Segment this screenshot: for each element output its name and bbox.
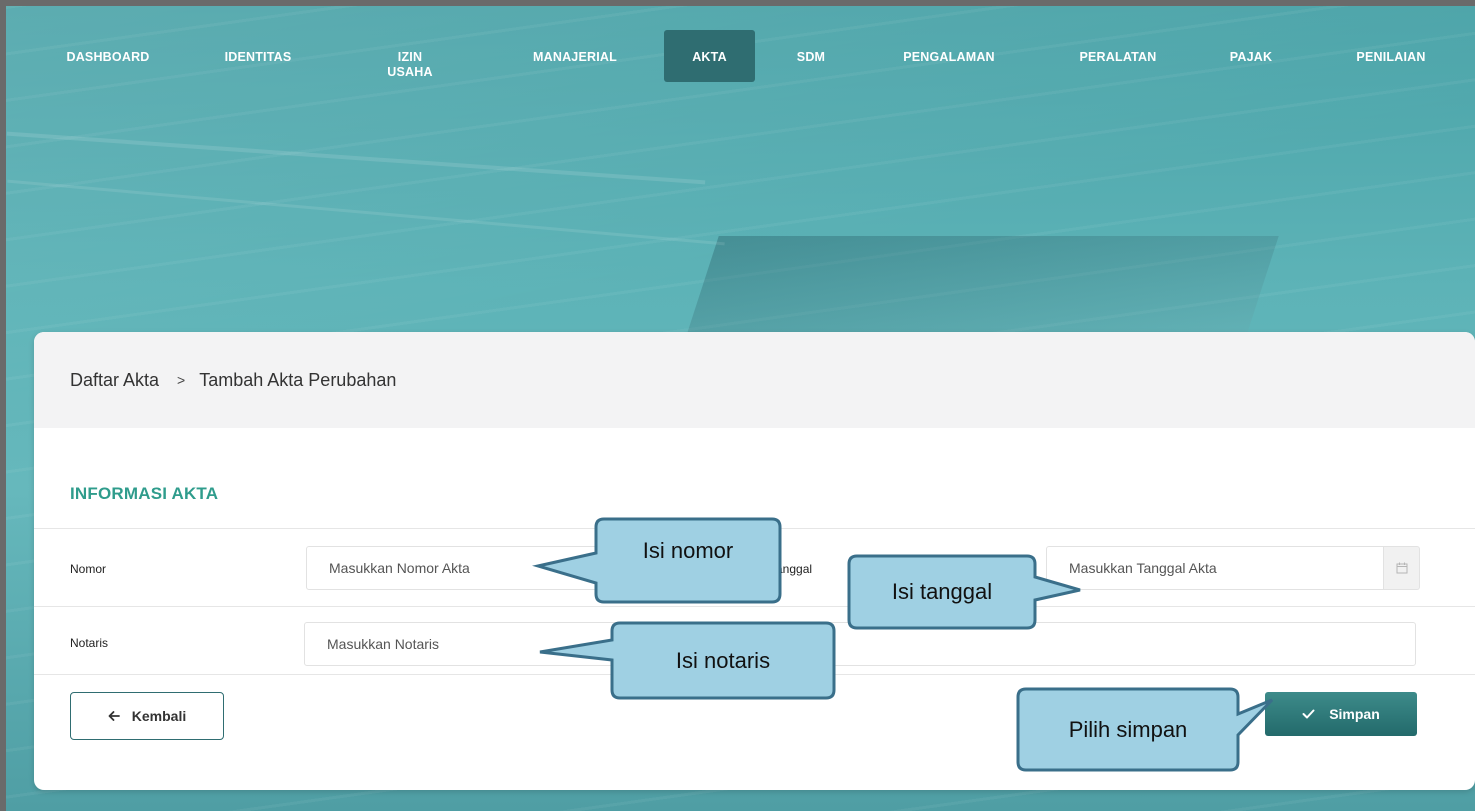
- save-button[interactable]: Simpan: [1265, 692, 1417, 736]
- nav-item-izin-usaha[interactable]: IZIN USAHA: [378, 30, 442, 82]
- notaris-input[interactable]: [304, 622, 1416, 666]
- nav-item-akta[interactable]: AKTA: [664, 30, 755, 82]
- check-icon: [1302, 709, 1315, 719]
- nav-item-dashboard[interactable]: DASHBOARD: [52, 30, 164, 82]
- nav-item-identitas[interactable]: IDENTITAS: [210, 30, 306, 82]
- back-button-label: Kembali: [131, 708, 187, 724]
- main-nav: DASHBOARD IDENTITAS IZIN USAHA MANAJERIA…: [6, 30, 1475, 90]
- nav-item-pajak[interactable]: PAJAK: [1216, 30, 1286, 82]
- nav-item-peralatan[interactable]: PERALATAN: [1064, 30, 1172, 82]
- nav-item-pengalaman[interactable]: PENGALAMAN: [882, 30, 1016, 82]
- divider: [34, 606, 1475, 607]
- save-button-label: Simpan: [1329, 706, 1380, 722]
- breadcrumb-parent[interactable]: Daftar Akta: [70, 370, 159, 391]
- calendar-icon: [1396, 562, 1407, 574]
- nomor-input[interactable]: [306, 546, 666, 590]
- background-line: [6, 131, 706, 185]
- divider: [34, 528, 1475, 529]
- app-window: DASHBOARD IDENTITAS IZIN USAHA MANAJERIA…: [6, 6, 1475, 811]
- nav-item-penilaian[interactable]: PENILAIAN: [1336, 30, 1446, 82]
- form-card: Daftar Akta > Tambah Akta Perubahan INFO…: [34, 332, 1475, 790]
- section-title: INFORMASI AKTA: [70, 484, 219, 503]
- tanggal-label: Tanggal: [770, 562, 813, 576]
- breadcrumb: Daftar Akta > Tambah Akta Perubahan: [34, 332, 1475, 428]
- background-line: [7, 179, 725, 246]
- divider: [34, 674, 1475, 675]
- nomor-label: Nomor: [70, 562, 107, 576]
- nav-item-sdm[interactable]: SDM: [788, 30, 834, 82]
- nav-item-manajerial[interactable]: MANAJERIAL: [518, 30, 632, 82]
- calendar-button[interactable]: [1384, 546, 1420, 590]
- back-button[interactable]: Kembali: [70, 692, 224, 740]
- breadcrumb-separator: >: [177, 372, 186, 388]
- breadcrumb-current: Tambah Akta Perubahan: [199, 369, 397, 390]
- arrow-left-icon: [108, 711, 120, 721]
- tanggal-input[interactable]: [1046, 546, 1384, 590]
- notaris-label: Notaris: [70, 636, 109, 650]
- nav-item-label: IZIN USAHA: [387, 50, 433, 79]
